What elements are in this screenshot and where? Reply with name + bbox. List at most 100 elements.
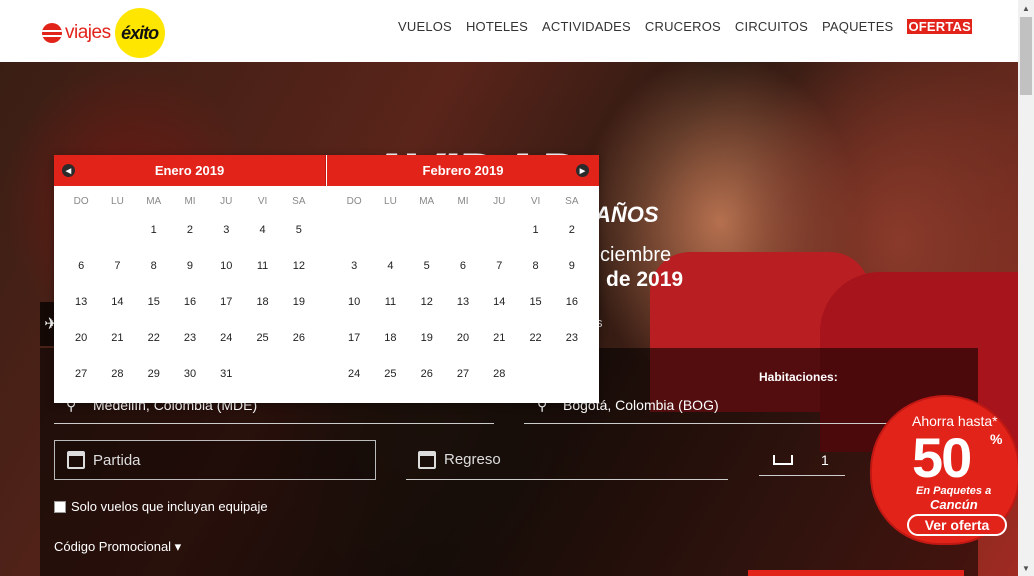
baggage-filter[interactable]: Solo vuelos que incluyan equipaje bbox=[54, 499, 268, 514]
calendar-day[interactable]: 28 bbox=[99, 356, 135, 392]
day-grid: 1 2 3 4 5 6 7 8 9 10 11 12 13 14 15 16 17 18 19 20 21 22 23 24 2… bbox=[327, 212, 599, 392]
day-grid: 1 2 3 4 5 6 7 8 9 10 11 12 13 14 15 16 17 18 19 20 21 22 23 24 2… bbox=[54, 212, 326, 392]
nav-item-actividades[interactable]: ACTIVIDADES bbox=[542, 19, 631, 34]
calendar-day[interactable]: 7 bbox=[99, 248, 135, 284]
calendar-day[interactable]: 22 bbox=[136, 320, 172, 356]
promo-badge[interactable]: Ahorra hasta* 50 % En Paquetes a Cancún … bbox=[872, 397, 1018, 547]
calendar-day[interactable]: 2 bbox=[554, 212, 590, 248]
calendar-day[interactable]: 15 bbox=[136, 284, 172, 320]
calendar-day[interactable]: 25 bbox=[372, 356, 408, 392]
departure-date-field[interactable]: Partida bbox=[54, 440, 376, 480]
search-button[interactable] bbox=[748, 570, 964, 576]
calendar-day[interactable]: 21 bbox=[481, 320, 517, 356]
calendar-day[interactable]: 18 bbox=[244, 284, 280, 320]
calendar-day[interactable]: 24 bbox=[336, 356, 372, 392]
viajes-exito-logo[interactable]: viajes éxito bbox=[42, 8, 165, 58]
calendar-month-january: ◀ Enero 2019 DO LU MA MI JU VI SA 1 2 3 4 5 6 7 8 9 10 1… bbox=[54, 155, 326, 403]
month-title: Enero 2019 bbox=[154, 163, 225, 178]
calendar-day[interactable]: 27 bbox=[63, 356, 99, 392]
calendar-day[interactable]: 18 bbox=[372, 320, 408, 356]
next-month-icon[interactable]: ▶ bbox=[576, 164, 589, 177]
calendar-day[interactable]: 8 bbox=[517, 248, 553, 284]
view-offer-button[interactable]: Ver oferta bbox=[907, 514, 1007, 536]
scroll-up-icon[interactable]: ▲ bbox=[1018, 0, 1034, 16]
calendar-month-header: Febrero 2019 ▶ bbox=[327, 155, 599, 186]
calendar-day[interactable]: 19 bbox=[409, 320, 445, 356]
calendar-day[interactable]: 31 bbox=[208, 356, 244, 392]
calendar-empty-cell bbox=[409, 212, 445, 248]
calendar-day[interactable]: 22 bbox=[517, 320, 553, 356]
calendar-day[interactable]: 15 bbox=[517, 284, 553, 320]
site-header: viajes éxito VUELOS HOTELES ACTIVIDADES CRU… bbox=[0, 0, 1018, 62]
weekday-label: MI bbox=[184, 196, 196, 207]
nav-item-ofertas[interactable]: OFERTAS bbox=[907, 19, 972, 34]
return-date-field[interactable]: Regreso bbox=[406, 440, 728, 480]
calendar-day[interactable]: 7 bbox=[481, 248, 517, 284]
calendar-day[interactable]: 19 bbox=[281, 284, 317, 320]
scroll-down-icon[interactable]: ▼ bbox=[1018, 560, 1034, 576]
calendar-empty-cell bbox=[99, 212, 135, 248]
weekday-row: DO LU MA MI JU VI SA bbox=[327, 186, 599, 212]
page-scrollbar[interactable]: ▲ ▼ bbox=[1018, 0, 1034, 576]
calendar-day[interactable]: 5 bbox=[281, 212, 317, 248]
calendar-day[interactable]: 1 bbox=[136, 212, 172, 248]
calendar-day[interactable]: 8 bbox=[136, 248, 172, 284]
calendar-day[interactable]: 4 bbox=[372, 248, 408, 284]
calendar-day[interactable]: 9 bbox=[172, 248, 208, 284]
calendar-day[interactable]: 2 bbox=[172, 212, 208, 248]
calendar-day[interactable]: 14 bbox=[481, 284, 517, 320]
calendar-day[interactable]: 5 bbox=[409, 248, 445, 284]
baggage-label: Solo vuelos que incluyan equipaje bbox=[71, 499, 268, 514]
calendar-day[interactable]: 12 bbox=[281, 248, 317, 284]
promo-code-toggle[interactable]: Código Promocional ▾ bbox=[54, 539, 181, 555]
calendar-day[interactable]: 30 bbox=[172, 356, 208, 392]
calendar-day[interactable]: 1 bbox=[517, 212, 553, 248]
calendar-day[interactable]: 26 bbox=[409, 356, 445, 392]
calendar-day[interactable]: 12 bbox=[409, 284, 445, 320]
calendar-day[interactable]: 11 bbox=[372, 284, 408, 320]
calendar-day[interactable]: 27 bbox=[445, 356, 481, 392]
scroll-thumb[interactable] bbox=[1020, 17, 1032, 95]
nav-item-hoteles[interactable]: HOTELES bbox=[466, 19, 528, 34]
calendar-day[interactable]: 14 bbox=[99, 284, 135, 320]
calendar-day[interactable]: 26 bbox=[281, 320, 317, 356]
calendar-day[interactable]: 20 bbox=[63, 320, 99, 356]
calendar-day[interactable]: 4 bbox=[244, 212, 280, 248]
calendar-day[interactable]: 3 bbox=[336, 248, 372, 284]
weekday-label: JU bbox=[493, 196, 506, 207]
nav-item-vuelos[interactable]: VUELOS bbox=[398, 19, 452, 34]
calendar-day[interactable]: 13 bbox=[63, 284, 99, 320]
rooms-field[interactable]: 1 bbox=[759, 444, 845, 476]
calendar-empty-cell bbox=[244, 356, 280, 392]
calendar-empty-cell bbox=[372, 212, 408, 248]
calendar-day[interactable]: 10 bbox=[208, 248, 244, 284]
calendar-day[interactable]: 25 bbox=[244, 320, 280, 356]
calendar-day[interactable]: 17 bbox=[208, 284, 244, 320]
nav-item-cruceros[interactable]: CRUCEROS bbox=[645, 19, 721, 34]
nav-item-circuitos[interactable]: CIRCUITOS bbox=[735, 19, 808, 34]
calendar-month-february: Febrero 2019 ▶ DO LU MA MI JU VI SA 1234567891… bbox=[327, 155, 599, 403]
calendar-day[interactable]: 11 bbox=[244, 248, 280, 284]
calendar-day[interactable]: 23 bbox=[554, 320, 590, 356]
calendar-day[interactable]: 13 bbox=[445, 284, 481, 320]
calendar-day[interactable]: 29 bbox=[136, 356, 172, 392]
calendar-day[interactable]: 24 bbox=[208, 320, 244, 356]
calendar-day[interactable]: 16 bbox=[554, 284, 590, 320]
calendar-day[interactable]: 20 bbox=[445, 320, 481, 356]
calendar-empty-cell bbox=[63, 212, 99, 248]
calendar-day[interactable]: 17 bbox=[336, 320, 372, 356]
calendar-day[interactable]: 23 bbox=[172, 320, 208, 356]
baggage-checkbox[interactable] bbox=[54, 500, 66, 513]
badge-percent: % bbox=[990, 431, 1003, 447]
weekday-label: MA bbox=[419, 196, 435, 207]
prev-month-icon[interactable]: ◀ bbox=[62, 164, 75, 177]
calendar-day[interactable]: 21 bbox=[99, 320, 135, 356]
calendar-day[interactable]: 10 bbox=[336, 284, 372, 320]
nav-item-paquetes[interactable]: PAQUETES bbox=[822, 19, 893, 34]
calendar-day[interactable]: 3 bbox=[208, 212, 244, 248]
calendar-day[interactable]: 16 bbox=[172, 284, 208, 320]
calendar-day[interactable]: 6 bbox=[445, 248, 481, 284]
calendar-day[interactable]: 28 bbox=[481, 356, 517, 392]
calendar-day[interactable]: 9 bbox=[554, 248, 590, 284]
calendar-day[interactable]: 6 bbox=[63, 248, 99, 284]
